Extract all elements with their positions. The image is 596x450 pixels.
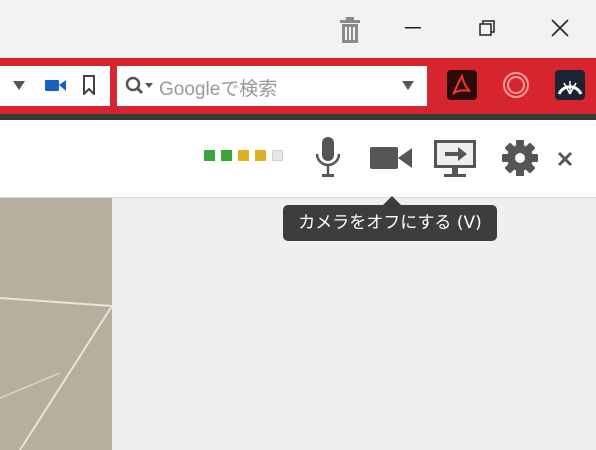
bookmark-icon[interactable] — [82, 75, 96, 95]
minimize-button[interactable] — [393, 8, 433, 48]
search-icon — [125, 76, 153, 95]
signal-bar — [221, 150, 232, 161]
settings-icon[interactable] — [501, 139, 539, 177]
tooltip-arrow — [383, 196, 401, 205]
close-icon[interactable] — [556, 150, 574, 168]
signal-bar — [204, 150, 215, 161]
record-icon[interactable] — [501, 70, 531, 100]
microphone-icon[interactable] — [312, 135, 344, 181]
camera-icon[interactable] — [368, 143, 414, 173]
trash-icon[interactable] — [330, 10, 370, 50]
video-preview — [0, 198, 112, 450]
speed-dial-icon[interactable] — [555, 70, 585, 100]
search-input[interactable]: Googleで検索 — [159, 74, 277, 101]
signal-bar — [238, 150, 249, 161]
minimize-icon — [405, 27, 421, 29]
close-icon — [551, 19, 569, 37]
search-bar[interactable]: Googleで検索 — [117, 66, 427, 106]
dropdown-arrow-icon[interactable] — [12, 79, 26, 91]
dropdown-arrow-icon[interactable] — [401, 80, 415, 92]
window-close-button[interactable] — [540, 8, 580, 48]
restore-icon — [479, 20, 495, 36]
signal-bar — [272, 150, 283, 161]
screen-share-icon[interactable] — [432, 138, 478, 180]
acrobat-icon[interactable] — [447, 70, 477, 100]
signal-bar — [255, 150, 266, 161]
restore-button[interactable] — [467, 8, 507, 48]
camera-tooltip: カメラをオフにする (V) — [283, 205, 497, 241]
address-bar[interactable] — [0, 66, 110, 106]
camera-indicator-icon[interactable] — [44, 76, 68, 94]
